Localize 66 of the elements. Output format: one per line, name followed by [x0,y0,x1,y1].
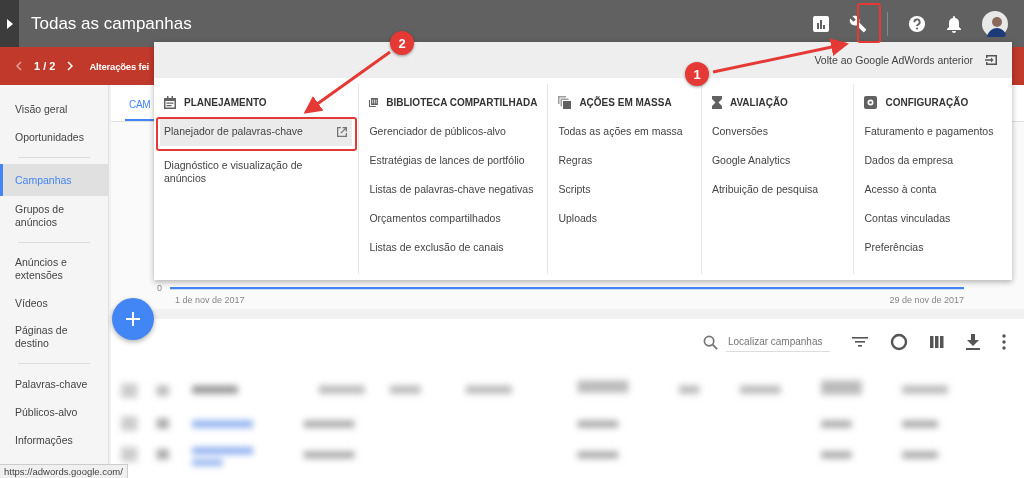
menu-item[interactable]: Todas as ações em massa [554,117,695,146]
menu-item[interactable]: Preferências [860,233,1006,262]
next-icon[interactable] [67,61,74,71]
menu-item[interactable]: Acesso à conta [860,175,1006,204]
settings-icon [864,96,878,109]
notice-message: Alterações fei [89,60,149,72]
menu-item[interactable]: Regras [554,146,695,175]
help-icon[interactable] [908,14,926,33]
highlight-frame [857,3,881,43]
caret-icon [6,18,13,29]
notifications-icon[interactable] [946,14,962,33]
columns-icon[interactable] [930,336,944,348]
filter-icon[interactable] [852,336,868,348]
previous-icon[interactable] [16,61,22,71]
axis-label: 1 de nov de 2017 [175,295,245,306]
menu-item[interactable]: Conversões [707,117,848,146]
menu-item[interactable]: Listas de exclusão de canais [365,233,542,262]
sidebar-item[interactable]: Vídeos [0,289,108,317]
axis-label: 0 [157,283,162,294]
download-icon[interactable] [966,334,980,350]
menu-section-title: AÇÕES EM MASSA [579,97,672,108]
menu-section-title: PLANEJAMENTO [184,97,267,108]
menu-item[interactable]: Estratégias de lances de portfólio [365,146,542,175]
menu-item[interactable]: Atribuição de pesquisa [707,175,848,204]
external-link-icon [336,125,349,138]
avatar[interactable] [982,10,1008,37]
menu-section-title: CONFIGURAÇÃO [885,97,969,108]
sidebar-item[interactable]: Anúncios e extensões [0,249,108,289]
menu-item[interactable]: Scripts [554,175,695,204]
sidebar-item[interactable]: Informações [0,426,108,454]
hourglass-icon [711,96,722,109]
status-url: https://adwords.google.com/ [0,464,128,478]
sidebar-item[interactable]: Públicos-alvo [0,398,108,426]
sidebar-item[interactable]: Páginas de destino [0,317,108,357]
library-icon [369,96,379,109]
menu-item[interactable]: Orçamentos compartilhados [365,204,542,233]
copies-icon [558,96,572,109]
sidebar-item[interactable]: Grupos de anúncios [0,196,108,236]
menu-item[interactable]: Planejador de palavras-chave [160,117,353,146]
menu-item[interactable]: Diagnóstico e visualização de anúncios [160,152,353,192]
page-title: Todas as campanhas [31,13,193,34]
menu-item[interactable]: Gerenciador de públicos-alvo [365,117,542,146]
calendar-icon [164,96,176,109]
reports-icon[interactable] [813,15,829,32]
menu-item[interactable]: Listas de palavras-chave negativas [365,175,542,204]
menu-item[interactable]: Uploads [554,204,695,233]
wrench-icon[interactable] [849,14,867,33]
segment-icon[interactable] [890,333,908,351]
sidebar-item[interactable]: Palavras-chave [0,370,108,398]
plus-icon [126,312,140,326]
search-icon [703,334,718,350]
expand-button[interactable] [0,0,19,47]
search-field[interactable]: Localizar campanhas [726,332,830,352]
sidebar-item[interactable]: Oportunidades [0,123,108,151]
page-counter: 1 / 2 [34,60,56,72]
exit-icon[interactable] [985,54,998,66]
menu-item[interactable]: Dados da empresa [860,146,1006,175]
menu-section-title: BIBLIOTECA COMPARTILHADA [386,97,538,108]
axis-label: 29 de nov de 2017 [889,295,964,306]
more-icon[interactable] [1002,334,1006,350]
menu-item[interactable]: Faturamento e pagamentos [860,117,1006,146]
previous-version-link[interactable]: Volte ao Google AdWords anterior [814,54,973,66]
menu-section-title: AVALIAÇÃO [729,97,788,108]
sidebar-item[interactable]: Visão geral [0,95,108,123]
menu-item[interactable]: Contas vinculadas [860,204,1006,233]
menu-item[interactable]: Google Analytics [707,146,848,175]
